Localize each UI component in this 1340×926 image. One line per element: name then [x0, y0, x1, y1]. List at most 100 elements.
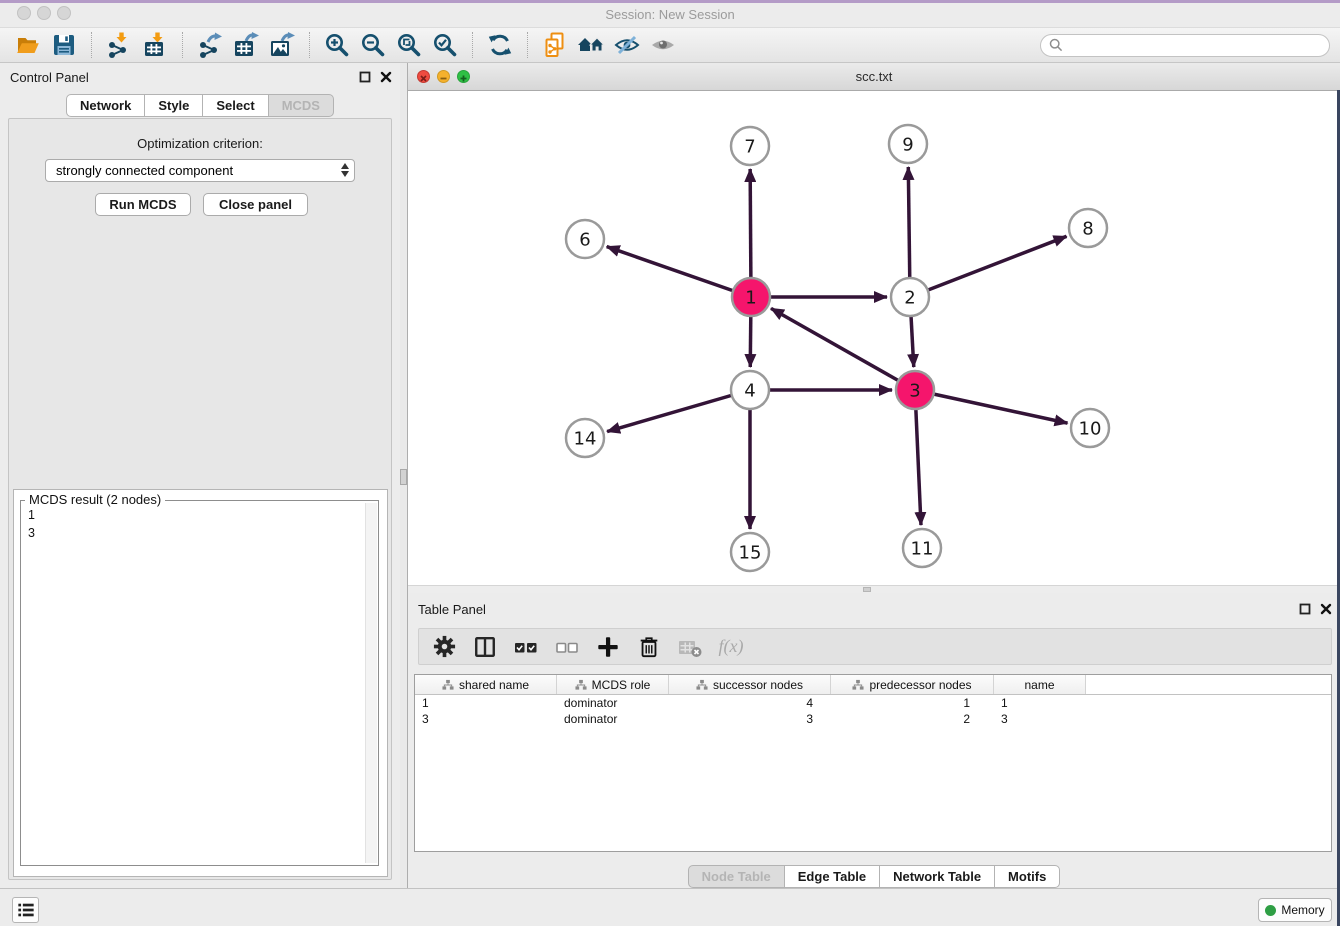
import-table-icon[interactable]	[140, 30, 170, 60]
sort-hierarchy-icon	[852, 679, 864, 691]
import-network-icon[interactable]	[104, 30, 134, 60]
tab-mcds[interactable]: MCDS	[268, 94, 334, 117]
home-views-icon[interactable]	[576, 30, 606, 60]
network-resize-grip[interactable]	[863, 587, 871, 592]
run-mcds-button[interactable]: Run MCDS	[95, 193, 191, 216]
table-row[interactable]: 3 dominator 3 2 3	[415, 711, 1331, 727]
show-all-eye-icon[interactable]	[648, 30, 678, 60]
zoom-selected-icon[interactable]	[430, 30, 460, 60]
settings-gear-icon[interactable]	[431, 634, 457, 660]
toolbar-separator	[527, 32, 528, 58]
node-table[interactable]: shared name MCDS role successor nodes pr…	[414, 674, 1332, 852]
close-panel-icon[interactable]	[380, 71, 392, 83]
zoom-out-icon[interactable]	[358, 30, 388, 60]
fx-label: f(x)	[719, 636, 744, 657]
network-canvas[interactable]: 7 9 6 8 1 2 4 3 14 10 15 11	[408, 91, 1340, 585]
column-header-predecessor-nodes[interactable]: predecessor nodes	[831, 675, 994, 694]
column-header-successor-nodes[interactable]: successor nodes	[669, 675, 831, 694]
close-window-button[interactable]	[17, 6, 31, 20]
clear-checkboxes-icon[interactable]	[554, 634, 580, 660]
divider-grip[interactable]	[400, 469, 407, 485]
select-all-checkboxes-icon[interactable]	[513, 634, 539, 660]
float-panel-icon[interactable]	[1299, 603, 1311, 615]
mcds-tab-content: Optimization criterion: strongly connect…	[8, 118, 392, 880]
column-header-mcds-role[interactable]: MCDS role	[557, 675, 669, 694]
table-row[interactable]: 1 dominator 4 1 1	[415, 695, 1331, 711]
close-panel-button[interactable]: Close panel	[203, 193, 308, 216]
list-icon	[17, 901, 35, 919]
cell-shared-name[interactable]: 3	[415, 711, 557, 727]
graph-edge-3-11[interactable]	[915, 390, 921, 525]
zoom-in-icon[interactable]	[322, 30, 352, 60]
column-header-name[interactable]: name	[994, 675, 1086, 694]
float-panel-icon[interactable]	[359, 71, 371, 83]
graph-edge-4-14[interactable]	[607, 390, 750, 432]
graph-edge-2-8[interactable]	[910, 236, 1067, 297]
graph-node-2[interactable]: 2	[891, 278, 929, 316]
mcds-result-title: MCDS result (2 nodes)	[25, 492, 165, 507]
graph-node-8[interactable]: 8	[1069, 209, 1107, 247]
criterion-select[interactable]: strongly connected component	[45, 159, 355, 182]
export-image-icon[interactable]	[267, 30, 297, 60]
close-panel-icon[interactable]	[1320, 603, 1332, 615]
graph-node-11[interactable]: 11	[903, 529, 941, 567]
maximize-window-button[interactable]	[57, 6, 71, 20]
cell-shared-name[interactable]: 1	[415, 695, 557, 711]
add-column-icon[interactable]	[595, 634, 621, 660]
tab-select[interactable]: Select	[202, 94, 268, 117]
delete-column-icon[interactable]	[636, 634, 662, 660]
zoom-fit-icon[interactable]	[394, 30, 424, 60]
hide-selected-eye-icon[interactable]	[612, 30, 642, 60]
zoom-view-button[interactable]	[457, 70, 470, 83]
close-view-button[interactable]	[417, 70, 430, 83]
graph-edge-3-10[interactable]	[915, 390, 1068, 423]
application-window: Session: New Session	[0, 0, 1340, 926]
network-window-titlebar[interactable]: scc.txt	[408, 63, 1340, 91]
graph-node-3[interactable]: 3	[896, 371, 934, 409]
cell-successor-nodes[interactable]: 4	[669, 695, 831, 711]
cell-predecessor-nodes[interactable]: 2	[831, 711, 994, 727]
cell-successor-nodes[interactable]: 3	[669, 711, 831, 727]
panel-divider[interactable]	[400, 63, 408, 888]
cell-mcds-role[interactable]: dominator	[557, 695, 669, 711]
graph-node-15[interactable]: 15	[731, 533, 769, 571]
task-history-button[interactable]	[12, 897, 39, 923]
graph-node-14[interactable]: 14	[566, 419, 604, 457]
result-scrollbar[interactable]	[365, 503, 377, 863]
mcds-documents-icon[interactable]	[540, 30, 570, 60]
tab-edge-table[interactable]: Edge Table	[784, 865, 880, 888]
tab-style[interactable]: Style	[144, 94, 203, 117]
split-columns-icon[interactable]	[472, 634, 498, 660]
minimize-view-button[interactable]	[437, 70, 450, 83]
tab-node-table[interactable]: Node Table	[688, 865, 785, 888]
open-session-icon[interactable]	[13, 30, 43, 60]
tab-motifs[interactable]: Motifs	[994, 865, 1060, 888]
export-network-icon[interactable]	[195, 30, 225, 60]
graph-node-6[interactable]: 6	[566, 220, 604, 258]
column-header-shared-name[interactable]: shared name	[415, 675, 557, 694]
minimize-window-button[interactable]	[37, 6, 51, 20]
cell-predecessor-nodes[interactable]: 1	[831, 695, 994, 711]
network-graph: 7 9 6 8 1 2 4 3 14 10 15 11	[408, 91, 1340, 585]
cell-name[interactable]: 1	[994, 695, 1086, 711]
graph-edge-1-6[interactable]	[607, 247, 751, 297]
tab-network-table[interactable]: Network Table	[879, 865, 995, 888]
result-item[interactable]: 1	[28, 507, 378, 523]
cell-mcds-role[interactable]: dominator	[557, 711, 669, 727]
cell-name[interactable]: 3	[994, 711, 1086, 727]
search-input[interactable]	[1068, 38, 1321, 52]
memory-button[interactable]: Memory	[1258, 898, 1332, 922]
refresh-icon[interactable]	[485, 30, 515, 60]
graph-node-10[interactable]: 10	[1071, 409, 1109, 447]
result-item[interactable]: 3	[28, 525, 378, 541]
graph-node-9[interactable]: 9	[889, 125, 927, 163]
table-panel-header: Table Panel	[408, 595, 1340, 625]
graph-node-4[interactable]: 4	[731, 371, 769, 409]
save-session-icon[interactable]	[49, 30, 79, 60]
apply-function-icon: f(x)	[718, 634, 744, 660]
export-table-icon[interactable]	[231, 30, 261, 60]
graph-node-1[interactable]: 1	[732, 278, 770, 316]
graph-node-7[interactable]: 7	[731, 127, 769, 165]
graph-edge-3-1[interactable]	[771, 308, 915, 390]
tab-network[interactable]: Network	[66, 94, 145, 117]
